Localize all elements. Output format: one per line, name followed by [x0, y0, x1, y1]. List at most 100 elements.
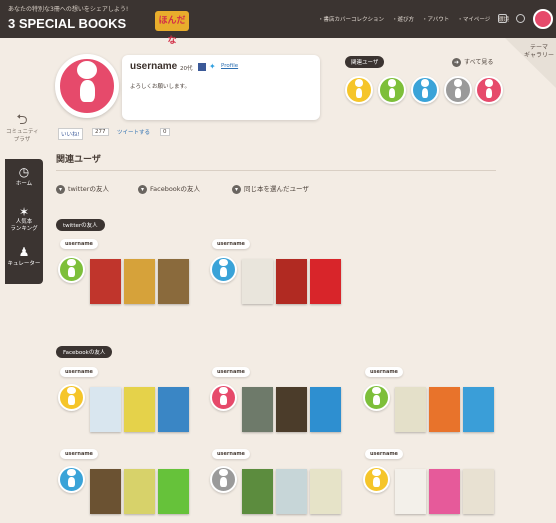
book-cover[interactable]: [463, 387, 494, 432]
filter-facebook[interactable]: ▾ Facebookの友人: [138, 183, 200, 194]
related-user-avatar[interactable]: [411, 76, 439, 104]
notification-icon[interactable]: [498, 14, 507, 23]
friend-username[interactable]: username: [212, 449, 250, 459]
sidebar-item-label: ホーム: [15, 181, 33, 187]
profile-username: username: [130, 61, 178, 72]
sidebar-item-home[interactable]: ◷ ホーム: [5, 159, 43, 199]
book-cover[interactable]: [276, 469, 307, 514]
book-cover[interactable]: [463, 469, 494, 514]
clock-icon: ◷: [18, 165, 30, 179]
profile-card: username 20代 ✦ Profile よろしくお願いします。: [122, 55, 320, 120]
community-plaza[interactable]: ⮌ コミュニティ プラザ: [6, 112, 39, 143]
book-cover[interactable]: [395, 469, 426, 514]
friend-avatar[interactable]: [58, 256, 85, 283]
facebook-friends-badge: Facebookの友人: [56, 346, 113, 358]
nav-about[interactable]: ・アバウト: [422, 15, 449, 23]
friend-avatar[interactable]: [58, 466, 85, 493]
sidebar: ◷ ホーム ✶ 人気本 ランキング ♟ キュレーター: [5, 159, 43, 284]
related-user-avatar[interactable]: [378, 76, 406, 104]
nav-mypage[interactable]: ・マイページ: [457, 15, 490, 23]
friend-avatar[interactable]: [58, 384, 85, 411]
book-cover[interactable]: [395, 387, 426, 432]
profile-age: 20代: [180, 66, 193, 72]
arrow-icon: ➜: [452, 58, 461, 67]
like-button[interactable]: いいね!: [58, 128, 83, 140]
filter-twitter[interactable]: ▾ twitterの友人: [56, 183, 109, 194]
book-cover[interactable]: [429, 387, 460, 432]
book-cover[interactable]: [242, 387, 273, 432]
nav-bookstore-cover[interactable]: ・書店カバーコレクション: [318, 15, 384, 23]
filter-label: 同じ本を選んだユーザ: [244, 185, 309, 193]
see-all-link[interactable]: ➜ すべて見る: [452, 57, 493, 67]
chevron-down-icon: ▾: [138, 184, 147, 194]
filter-label: Facebookの友人: [150, 185, 201, 193]
book-cover[interactable]: [158, 469, 189, 514]
section-title: 関連ユーザ: [56, 154, 101, 164]
top-avatar[interactable]: [533, 9, 553, 29]
related-user-avatar[interactable]: [345, 76, 373, 104]
book-cover[interactable]: [124, 259, 155, 304]
book-cover[interactable]: [124, 387, 155, 432]
tweet-count: 0: [160, 128, 170, 136]
book-cover[interactable]: [242, 259, 273, 304]
friend-username[interactable]: username: [365, 449, 403, 459]
friend-username[interactable]: username: [365, 367, 403, 377]
see-all-label: すべて見る: [464, 59, 494, 66]
friend-avatar[interactable]: [210, 256, 237, 283]
user-menu-icon[interactable]: [516, 14, 525, 23]
friend-avatar[interactable]: [210, 466, 237, 493]
book-cover[interactable]: [242, 469, 273, 514]
chevron-down-icon: ▾: [56, 184, 65, 194]
sparkle-icon: ✶: [18, 205, 30, 219]
friend-avatar[interactable]: [363, 384, 390, 411]
friend-avatar[interactable]: [210, 384, 237, 411]
tweet-button[interactable]: ツイートする: [117, 128, 150, 136]
facebook-icon[interactable]: [198, 63, 206, 71]
profile-avatar: [55, 54, 119, 118]
like-count: 277: [92, 128, 109, 136]
friend-username[interactable]: username: [60, 449, 98, 459]
top-bar: あなたの特別な3冊への想いをシェアしよう! 3 SPECIAL BOOKS ほん…: [0, 0, 556, 46]
book-cover[interactable]: [90, 387, 121, 432]
chevron-down-icon: ▾: [232, 184, 241, 194]
related-user-avatar[interactable]: [444, 76, 472, 104]
book-cover[interactable]: [429, 469, 460, 514]
friend-username[interactable]: username: [212, 367, 250, 377]
nav-how-to-play[interactable]: ・遊び方: [392, 15, 414, 23]
book-cover[interactable]: [158, 387, 189, 432]
sidebar-item-label: 人気本 ランキング: [10, 219, 38, 232]
related-users-badge: 関連ユーザ: [345, 56, 385, 68]
filter-label: twitterの友人: [68, 185, 109, 193]
twitter-icon[interactable]: ✦: [209, 63, 217, 71]
return-arrow-icon: ⮌: [16, 112, 28, 128]
twitter-friends-badge: twitterの友人: [56, 219, 105, 231]
book-cover[interactable]: [310, 469, 341, 514]
book-cover[interactable]: [90, 469, 121, 514]
friend-username[interactable]: username: [60, 367, 98, 377]
friend-avatar[interactable]: [363, 466, 390, 493]
related-user-avatar[interactable]: [475, 76, 503, 104]
book-cover[interactable]: [90, 259, 121, 304]
profile-link[interactable]: Profile: [221, 63, 238, 69]
section-divider: [56, 170, 496, 171]
top-nav: ・書店カバーコレクション ・遊び方 ・アバウト ・マイページ 環境: [318, 15, 509, 23]
sidebar-item-label: キュレーター: [7, 261, 41, 267]
profile-greeting: よろしくお願いします。: [130, 84, 190, 90]
theme-gallery-label[interactable]: テーマ ギャラリー: [524, 44, 554, 60]
book-cover[interactable]: [124, 469, 155, 514]
sidebar-item-ranking[interactable]: ✶ 人気本 ランキング: [5, 199, 43, 239]
filter-same-book[interactable]: ▾ 同じ本を選んだユーザ: [232, 183, 309, 194]
curator-icon: ♟: [18, 245, 30, 259]
book-cover[interactable]: [158, 259, 189, 304]
book-cover[interactable]: [276, 259, 307, 304]
book-cover[interactable]: [276, 387, 307, 432]
friend-username[interactable]: username: [212, 239, 250, 249]
book-cover[interactable]: [310, 387, 341, 432]
friend-username[interactable]: username: [60, 239, 98, 249]
sidebar-item-curator[interactable]: ♟ キュレーター: [5, 239, 43, 279]
community-label: コミュニティ プラザ: [6, 129, 39, 143]
hondana-badge[interactable]: ほんだな: [155, 11, 189, 46]
book-cover[interactable]: [310, 259, 341, 304]
site-logo[interactable]: 3 SPECIAL BOOKS: [8, 16, 126, 31]
tagline: あなたの特別な3冊への想いをシェアしよう!: [8, 6, 129, 13]
